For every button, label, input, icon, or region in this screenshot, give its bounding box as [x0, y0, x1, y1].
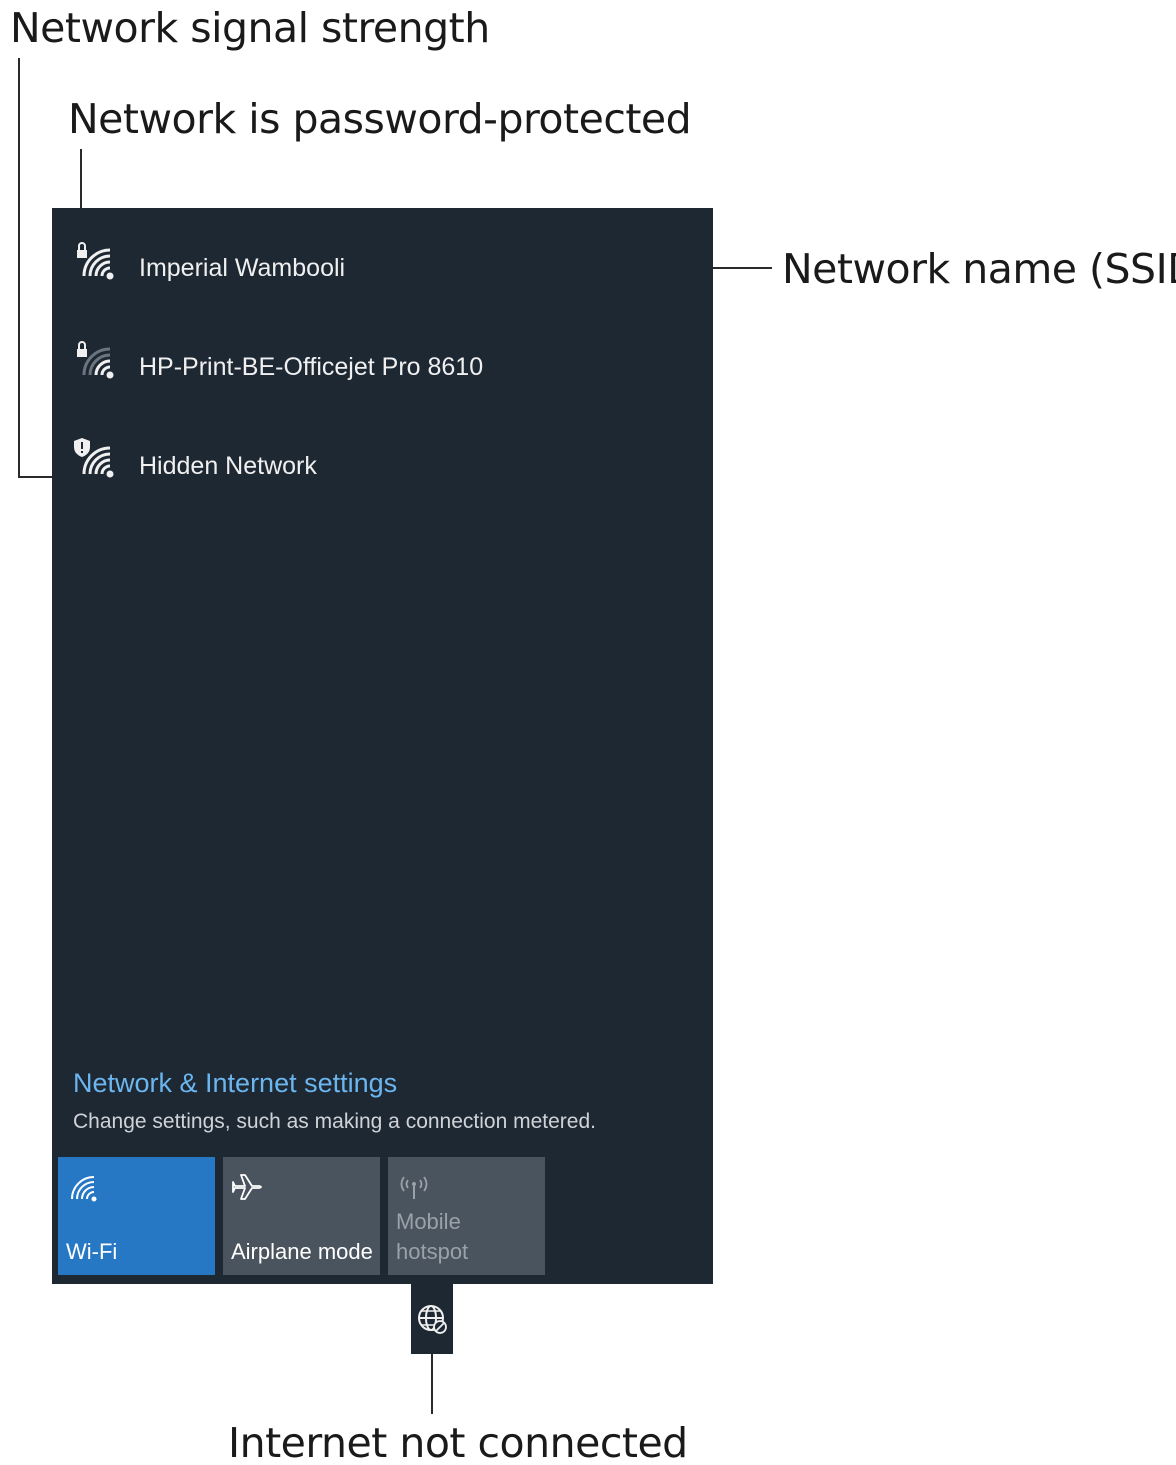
annotated-screenshot: Network signal strength Network is passw… [0, 0, 1176, 1465]
callout-internet-not-connected: Internet not connected [228, 1419, 688, 1465]
wifi-signal-shield-icon [74, 438, 114, 478]
callout-line-internet [431, 1352, 433, 1414]
wifi-icon [71, 1176, 97, 1202]
wifi-tile-label: Wi-Fi [66, 1239, 118, 1264]
taskbar-network-button[interactable] [411, 1284, 453, 1354]
network-name: HP-Print-BE-Officejet Pro 8610 [139, 353, 484, 381]
wifi-toggle-tile[interactable]: Wi-Fi [58, 1157, 215, 1275]
callout-network-name: Network name (SSID) [782, 245, 1176, 293]
airplane-tile-label: Airplane mode [231, 1239, 373, 1264]
callout-line-signal [18, 58, 20, 478]
airplane-mode-tile[interactable]: Airplane mode [223, 1157, 380, 1275]
callout-signal-strength: Network signal strength [10, 4, 490, 52]
network-name: Imperial Wambooli [139, 254, 346, 282]
hotspot-icon [400, 1176, 428, 1199]
callout-password-protected: Network is password-protected [68, 95, 692, 143]
hotspot-tile-label-line2: hotspot [396, 1239, 469, 1264]
mobile-hotspot-tile[interactable]: Mobile hotspot [388, 1157, 545, 1275]
globe-no-internet-icon [418, 1305, 447, 1334]
network-item-hidden[interactable]: Hidden Network [52, 420, 713, 510]
network-name: Hidden Network [139, 452, 317, 480]
settings-description: Change settings, such as making a connec… [73, 1110, 596, 1133]
wifi-signal-lock-icon [77, 242, 114, 280]
network-item-imperial-wambooli[interactable]: Imperial Wambooli [52, 222, 713, 312]
network-internet-settings-link[interactable]: Network & Internet settings [73, 1068, 397, 1099]
network-item-hp-print[interactable]: HP-Print-BE-Officejet Pro 8610 [52, 321, 713, 411]
network-flyout: Imperial Wambooli HP-Print-BE-Officejet … [52, 208, 713, 1284]
hotspot-tile-label-line1: Mobile [396, 1209, 461, 1234]
airplane-icon [232, 1174, 262, 1200]
wifi-signal-lock-icon [77, 341, 114, 379]
